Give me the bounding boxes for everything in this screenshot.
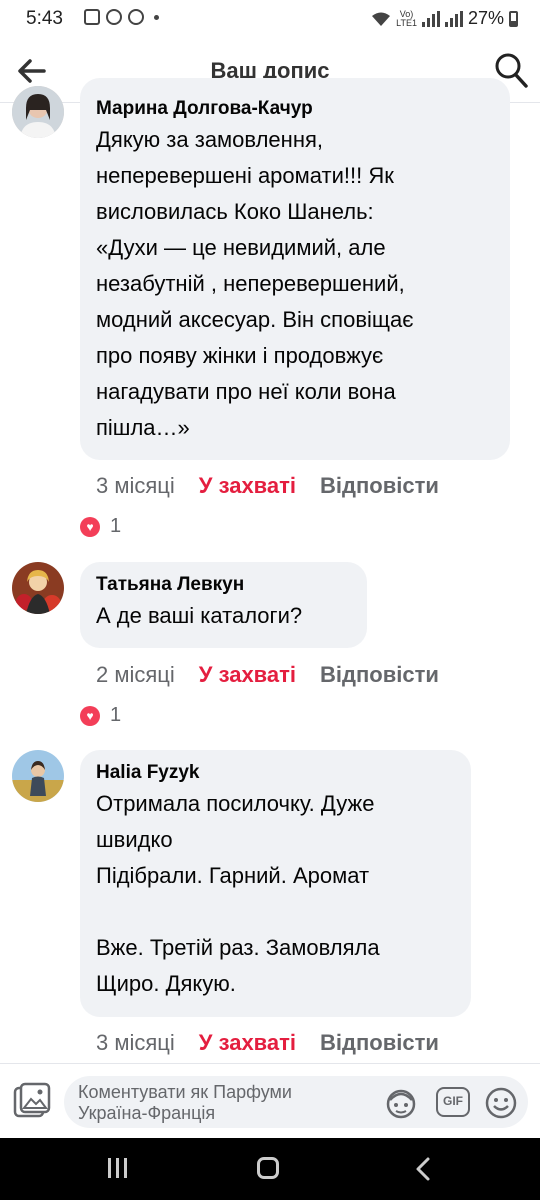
status-time: 5:43 <box>26 8 63 29</box>
emoji-icon[interactable] <box>484 1086 518 1120</box>
volte-indicator: Vo) LTE1 <box>396 9 417 28</box>
viber-notification-icon-2 <box>128 9 144 25</box>
comment-placeholder: Коментувати як Парфуми Україна-Франція <box>78 1082 292 1123</box>
comment-bubble: Марина Долгова-Качур Дякую за замовлення… <box>80 78 510 460</box>
avatar[interactable] <box>12 562 64 614</box>
avatar-sticker-icon[interactable] <box>384 1086 418 1120</box>
comment-bubble: Татьяна Левкун А де ваші каталоги? <box>80 562 367 648</box>
reply-button[interactable]: Відповісти <box>320 473 439 499</box>
comment-input[interactable]: Коментувати як Парфуми Україна-Франція G… <box>64 1076 528 1128</box>
comment-bubble: Halia Fyzyk Отримала посилочку. Дуже шви… <box>80 750 471 1017</box>
avatar-image <box>12 86 64 138</box>
like-button[interactable]: У захваті <box>199 662 296 688</box>
reaction-summary[interactable]: ♥ 1 <box>80 515 121 538</box>
status-right: Vo) LTE1 27% <box>371 8 518 29</box>
comment-author[interactable]: Татьяна Левкун <box>96 574 351 596</box>
reply-button[interactable]: Відповісти <box>320 662 439 688</box>
like-button[interactable]: У захваті <box>199 473 296 499</box>
photo-icon[interactable] <box>12 1081 52 1121</box>
signal-icon <box>421 10 440 27</box>
reaction-summary[interactable]: ♥ 1 <box>80 704 121 727</box>
comment-text: Дякую за замовлення, неперевершені арома… <box>96 127 414 440</box>
heart-reaction-icon: ♥ <box>80 516 100 537</box>
home-icon[interactable] <box>257 1157 279 1179</box>
reply-button[interactable]: Відповісти <box>320 1030 439 1056</box>
notification-icons <box>84 9 159 25</box>
comment-actions: 3 місяці У захваті Відповісти <box>96 1030 439 1056</box>
gif-button[interactable]: GIF <box>436 1087 470 1117</box>
comment-composer: Коментувати як Парфуми Україна-Франція G… <box>0 1063 540 1139</box>
reaction-count: 1 <box>110 704 122 726</box>
comment-text: А де ваші каталоги? <box>96 603 303 628</box>
battery-icon <box>509 10 518 27</box>
comment-time: 3 місяці <box>96 473 175 498</box>
avatar-image <box>12 750 64 802</box>
more-notifications-icon <box>154 14 159 20</box>
reaction-count: 1 <box>110 515 122 537</box>
back-nav-icon[interactable] <box>412 1156 436 1182</box>
avatar[interactable] <box>12 86 64 138</box>
volte-bottom: LTE1 <box>396 17 417 28</box>
comment-text: Отримала посилочку. Дуже швидко Підібрал… <box>96 791 380 996</box>
like-button[interactable]: У захваті <box>199 1030 296 1056</box>
system-navigation-bar <box>0 1138 540 1200</box>
comment-actions: 2 місяці У захваті Відповісти <box>96 662 439 688</box>
comment-actions: 3 місяці У захваті Відповісти <box>96 473 439 499</box>
heart-reaction-icon: ♥ <box>80 705 100 726</box>
avatar-image <box>12 562 64 614</box>
comment-author[interactable]: Марина Долгова-Качур <box>96 98 494 120</box>
gallery-notification-icon <box>84 9 100 25</box>
recents-icon[interactable] <box>108 1158 130 1180</box>
signal-icon-2 <box>444 10 463 27</box>
wifi-icon <box>372 12 391 26</box>
status-bar: 5:43 Vo) LTE1 27% <box>0 0 540 40</box>
comment-time: 3 місяці <box>96 1030 175 1055</box>
viber-notification-icon <box>106 9 122 25</box>
comment-author[interactable]: Halia Fyzyk <box>96 762 455 784</box>
comment-time: 2 місяці <box>96 662 175 687</box>
avatar[interactable] <box>12 750 64 802</box>
battery-percent: 27% <box>467 8 504 28</box>
